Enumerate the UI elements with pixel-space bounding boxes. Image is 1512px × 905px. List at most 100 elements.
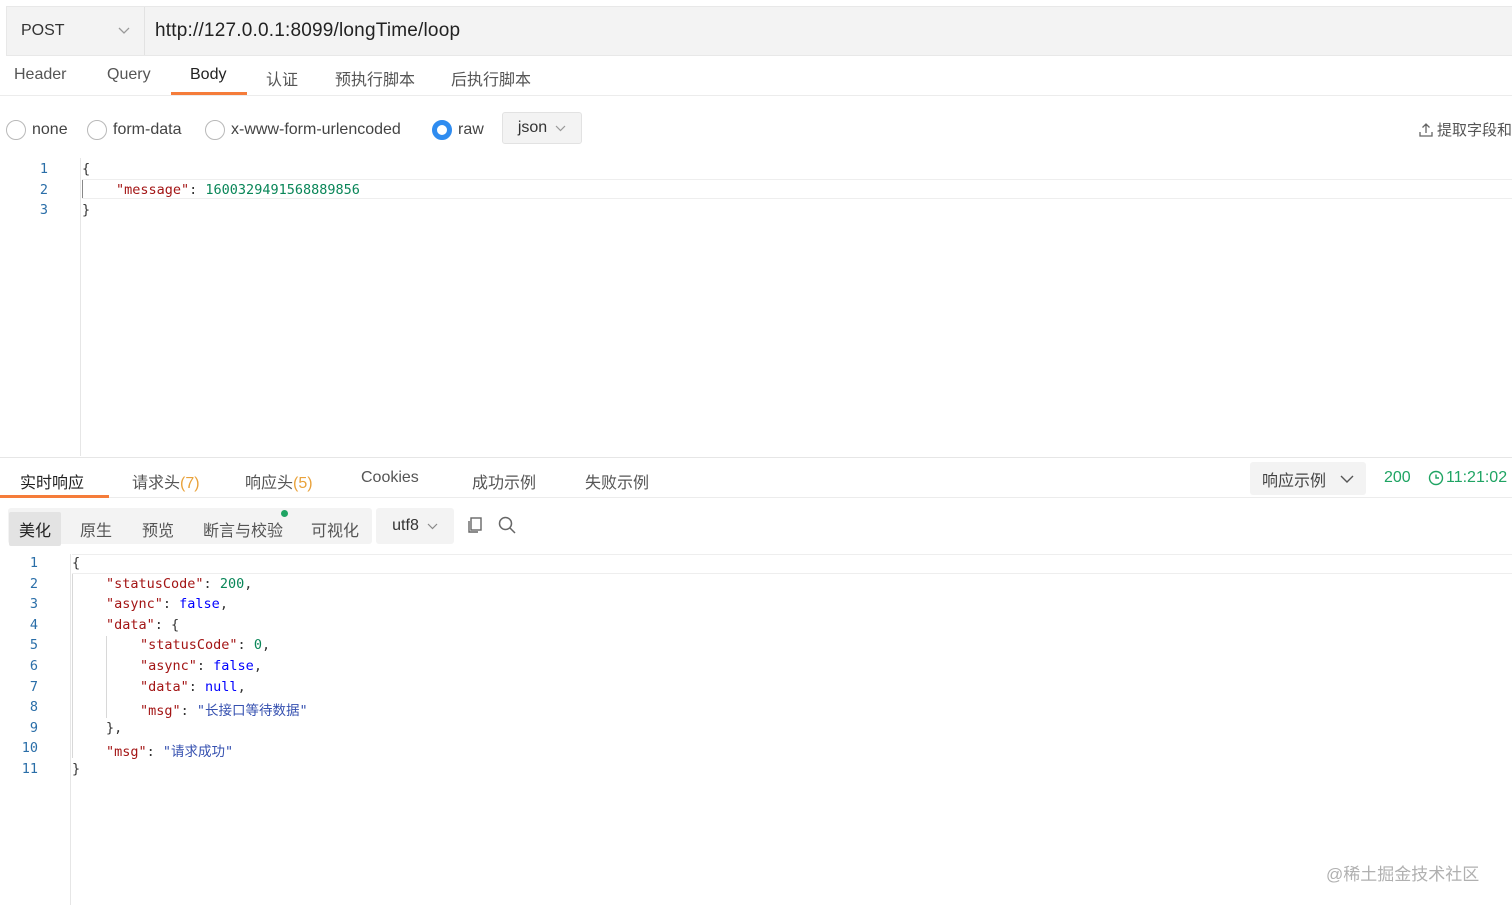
view-tab-visualize[interactable]: 可视化: [311, 517, 359, 541]
tab-query[interactable]: Query: [107, 66, 151, 84]
radio-raw[interactable]: raw: [432, 120, 484, 140]
tab-auth[interactable]: 认证: [266, 66, 298, 90]
indent-guide: [72, 574, 73, 758]
radio-label: form-data: [113, 121, 182, 138]
method-select[interactable]: POST: [7, 7, 145, 55]
code-line: }: [82, 202, 90, 218]
json-literal: false: [179, 596, 220, 613]
line-number: 2: [39, 181, 48, 198]
radio-none[interactable]: none: [6, 120, 68, 140]
view-tab-pretty[interactable]: 美化: [9, 512, 62, 546]
search-icon[interactable]: [497, 515, 517, 535]
json-literal: null: [205, 678, 238, 695]
url-input[interactable]: http://127.0.0.1:8099/longTime/loop: [145, 20, 460, 42]
copy-icon[interactable]: [465, 515, 485, 535]
radio-circle-icon: [205, 120, 225, 140]
view-tab-assertions[interactable]: 断言与校验: [203, 517, 283, 541]
code-line: "data": {: [106, 617, 179, 633]
upload-icon: [1419, 122, 1433, 137]
json-punctuation: ,: [237, 678, 246, 695]
json-punctuation: :: [203, 575, 220, 592]
json-punctuation: }: [82, 202, 91, 218]
radio-circle-icon: [87, 120, 107, 140]
view-mode-tabs: 美化 原生 预览 断言与校验 可视化: [8, 508, 372, 546]
method-label: POST: [21, 22, 65, 39]
tab-label: Cookies: [361, 469, 419, 486]
encoding-label: utf8: [392, 517, 419, 534]
line-number: 8: [29, 699, 38, 716]
json-string: "请求成功": [162, 744, 234, 761]
json-punctuation: {: [82, 161, 91, 177]
radio-checked-icon: [432, 120, 452, 140]
request-body-editor[interactable]: 1 {2 "message": 1600329491568889856 3}: [0, 158, 1512, 456]
line-number: 3: [39, 202, 48, 218]
code-line: "async": false,: [140, 658, 262, 674]
response-body-viewer[interactable]: 1 {2 "statusCode": 200, 3 "async": false, 4 "d…: [0, 554, 1512, 905]
response-tabs: 实时响应 请求头(7) 响应头(5) Cookies 成功示例 失败示例 响应示…: [0, 457, 1512, 498]
view-tab-raw[interactable]: 原生: [80, 517, 112, 541]
tab-live-response[interactable]: 实时响应: [20, 469, 84, 493]
tab-success-example[interactable]: 成功示例: [472, 469, 536, 493]
code-line: "data": null,: [140, 679, 246, 695]
chevron-down-icon: [427, 523, 438, 529]
json-punctuation: }: [72, 761, 81, 777]
request-tabs: Header Query Body 认证 预执行脚本 后执行脚本: [0, 58, 1512, 96]
radio-form-data[interactable]: form-data: [87, 120, 181, 140]
tab-label: 请求头: [132, 475, 181, 492]
url-bar: POST http://127.0.0.1:8099/longTime/loop: [6, 6, 1512, 56]
json-key: "message": [116, 181, 190, 198]
json-number: 0: [253, 637, 262, 654]
line-number: 7: [29, 678, 38, 695]
active-tab-indicator: [0, 495, 109, 498]
code-line: "msg": "请求成功": [106, 740, 233, 760]
json-punctuation: ,: [253, 658, 262, 674]
json-punctuation: ,: [244, 575, 253, 592]
response-example-select[interactable]: 响应示例: [1250, 462, 1366, 495]
json-punctuation: },: [106, 719, 123, 736]
code-line: {: [82, 161, 90, 177]
extract-fields-label: 提取字段和: [1437, 122, 1512, 139]
json-punctuation: :: [162, 596, 180, 613]
response-time-value: 11:21:02: [1446, 469, 1508, 486]
tab-fail-example[interactable]: 失败示例: [585, 469, 649, 493]
json-punctuation: ,: [261, 637, 271, 654]
json-key: "async": [106, 596, 163, 613]
json-punctuation: :: [188, 678, 206, 695]
json-punctuation: :: [180, 703, 197, 720]
line-number: 4: [29, 616, 38, 633]
assertion-status-dot: [281, 510, 288, 517]
watermark: @稀土掘金技术社区: [1326, 865, 1480, 884]
json-punctuation: {: [72, 555, 81, 571]
tab-pre-script[interactable]: 预执行脚本: [335, 66, 415, 90]
tab-body[interactable]: Body: [190, 66, 226, 84]
tab-cookies[interactable]: Cookies: [361, 469, 419, 487]
view-tab-preview[interactable]: 预览: [142, 517, 174, 541]
json-key: "statusCode": [106, 575, 204, 592]
json-punctuation: :: [237, 637, 254, 654]
raw-format-select[interactable]: json: [502, 112, 582, 144]
response-time: 11:21:02: [1428, 469, 1507, 487]
indent-guide: [106, 636, 107, 718]
extract-fields-button[interactable]: 提取字段和: [1418, 119, 1512, 140]
clock-icon: [1428, 470, 1444, 486]
line-number: 2: [29, 575, 38, 592]
json-key: "async": [140, 658, 197, 674]
line-number: 3: [29, 596, 38, 613]
json-punctuation: :: [146, 744, 163, 761]
radio-label: raw: [458, 121, 484, 138]
line-number: 1: [39, 161, 48, 177]
tab-post-script[interactable]: 后执行脚本: [451, 66, 531, 90]
json-number: 200: [219, 575, 245, 592]
encoding-select[interactable]: utf8: [376, 508, 454, 544]
radio-urlencoded[interactable]: x-www-form-urlencoded: [205, 120, 401, 140]
tab-request-headers[interactable]: 请求头(7): [132, 469, 200, 493]
code-line: "statusCode": 200,: [106, 576, 252, 592]
tab-header[interactable]: Header: [14, 66, 66, 84]
json-key: "data": [106, 616, 155, 633]
tab-response-headers[interactable]: 响应头(5): [245, 469, 313, 493]
code-line: }: [72, 761, 80, 777]
editor-gutter-border: [70, 554, 71, 905]
json-key: "data": [140, 678, 189, 695]
editor-gutter-border: [80, 158, 81, 456]
radio-circle-icon: [6, 120, 26, 140]
